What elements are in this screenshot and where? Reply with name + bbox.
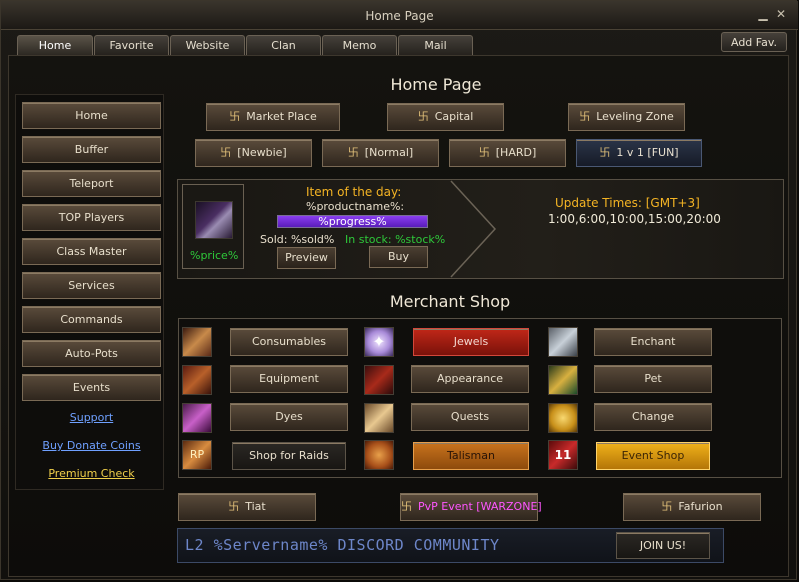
home-page-heading: Home Page <box>390 75 482 94</box>
tab-memo[interactable]: Memo <box>322 35 397 55</box>
event-shop-button[interactable]: Event Shop <box>596 442 710 470</box>
swirl-icon: 卐 <box>599 146 611 159</box>
add-favorite-button[interactable]: Add Fav. <box>721 32 787 52</box>
stock-label: In stock: %stock% <box>345 233 446 246</box>
swirl-icon: 卐 <box>347 146 359 159</box>
enchant-button[interactable]: Enchant <box>594 328 712 356</box>
update-times-label: Update Times: [GMT+3] <box>555 196 700 210</box>
swirl-icon: 卐 <box>579 110 591 123</box>
fafurion-button[interactable]: 卐 Fafurion <box>623 493 761 521</box>
update-times-list: 1:00,6:00,10:00,15:00,20:00 <box>548 212 721 226</box>
normal-button[interactable]: 卐 [Normal] <box>322 139 439 167</box>
potion-scroll-icon[interactable] <box>182 327 212 357</box>
buy-donate-coins-link[interactable]: Buy Donate Coins <box>22 435 161 457</box>
armor-icon[interactable] <box>182 365 212 395</box>
talisman-button[interactable]: Talisman <box>413 442 529 470</box>
tab-mail[interactable]: Mail <box>398 35 473 55</box>
dye-bottle-icon[interactable] <box>182 403 212 433</box>
tab-home[interactable]: Home <box>17 35 93 55</box>
sidebar-item-home[interactable]: Home <box>22 102 161 129</box>
one-v-one-fun-button[interactable]: 卐1 v 1 [FUN] <box>576 139 702 167</box>
swirl-icon: 卐 <box>229 110 241 123</box>
talisman-icon[interactable] <box>364 440 394 470</box>
sold-label: Sold: %sold% <box>260 233 335 246</box>
window-title: Home Page <box>365 9 434 23</box>
coin-icon[interactable] <box>548 403 578 433</box>
product-name: %productname%: <box>306 200 405 213</box>
close-icon[interactable]: ✕ <box>775 8 787 20</box>
join-us-button[interactable]: JOIN US! <box>616 532 710 559</box>
jewel-icon[interactable]: ✦ <box>364 327 394 357</box>
premium-check-link[interactable]: Premium Check <box>22 463 161 485</box>
dagger-icon[interactable] <box>195 201 233 239</box>
quests-button[interactable]: Quests <box>411 403 529 431</box>
appearance-icon[interactable] <box>364 365 394 395</box>
sidebar-item-events[interactable]: Events <box>22 374 161 401</box>
pet-button[interactable]: Pet <box>594 365 712 393</box>
swirl-icon: 卐 <box>228 500 240 513</box>
sidebar-item-services[interactable]: Services <box>22 272 161 299</box>
dyes-button[interactable]: Dyes <box>230 403 348 431</box>
sidebar-item-commands[interactable]: Commands <box>22 306 161 333</box>
change-button[interactable]: Change <box>594 403 712 431</box>
market-place-button[interactable]: 卐 Market Place <box>206 103 340 131</box>
sidebar-item-teleport[interactable]: Teleport <box>22 170 161 197</box>
buy-button[interactable]: Buy <box>369 246 428 268</box>
sidebar-item-class-master[interactable]: Class Master <box>22 238 161 265</box>
support-link[interactable]: Support <box>22 407 161 429</box>
sidebar-item-auto-pots[interactable]: Auto-Pots <box>22 340 161 367</box>
newbie-button[interactable]: 卐 [Newbie] <box>195 139 312 167</box>
equipment-button[interactable]: Equipment <box>230 365 348 393</box>
tab-website[interactable]: Website <box>170 35 245 55</box>
swirl-icon: 卐 <box>661 500 673 513</box>
pvp-event-button[interactable]: 卐 PvP Event [WARZONE] <box>400 493 542 521</box>
title-bar[interactable]: Home Page ▁ ✕ <box>1 1 798 30</box>
shop-for-raids-button[interactable]: Shop for Raids <box>232 442 346 470</box>
chevron-separator <box>450 180 497 278</box>
swirl-icon: 卐 <box>478 146 490 159</box>
quest-scroll-icon[interactable] <box>364 403 394 433</box>
enchant-scroll-icon[interactable] <box>548 327 578 357</box>
tiat-button[interactable]: 卐 Tiat <box>178 493 316 521</box>
appearance-button[interactable]: Appearance <box>411 365 529 393</box>
swirl-icon: 卐 <box>220 146 232 159</box>
swirl-icon: 卐 <box>417 110 429 123</box>
swirl-icon: 卐 <box>401 500 412 513</box>
merchant-shop-heading: Merchant Shop <box>389 292 511 311</box>
consumables-button[interactable]: Consumables <box>230 328 348 356</box>
sidebar-item-top-players[interactable]: TOP Players <box>22 204 161 231</box>
leveling-zone-button[interactable]: 卐 Leveling Zone <box>568 103 685 131</box>
discord-text: L2 %Servername% DISCORD COMMUNITY <box>185 536 500 554</box>
pet-bell-icon[interactable] <box>548 365 578 395</box>
tab-favorite[interactable]: Favorite <box>94 35 169 55</box>
raid-icon[interactable]: RP <box>182 440 212 470</box>
capital-button[interactable]: 卐 Capital <box>387 103 504 131</box>
sidebar-item-buffer[interactable]: Buffer <box>22 136 161 163</box>
event-11-icon[interactable]: 11 <box>548 440 578 470</box>
preview-button[interactable]: Preview <box>277 247 336 269</box>
progress-bar: %progress% <box>277 215 428 228</box>
item-price: %price% <box>190 249 239 262</box>
item-of-day-title: Item of the day: <box>306 185 402 199</box>
tab-clan[interactable]: Clan <box>246 35 321 55</box>
jewels-button[interactable]: Jewels <box>413 328 529 356</box>
minimize-icon[interactable]: ▁ <box>757 8 769 20</box>
hard-button[interactable]: 卐 [HARD] <box>449 139 566 167</box>
